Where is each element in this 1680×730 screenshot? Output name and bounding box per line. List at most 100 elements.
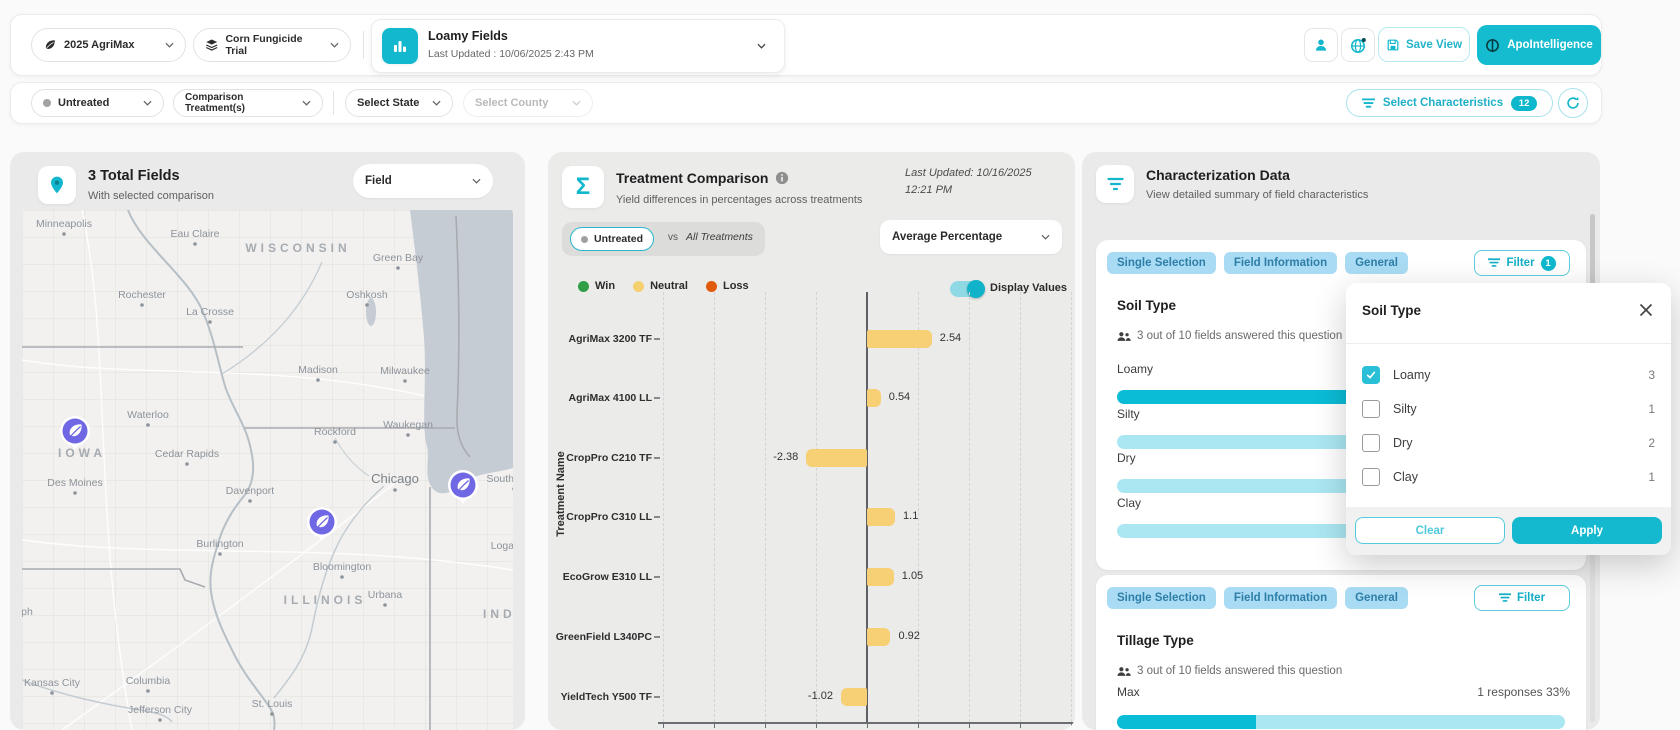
legend-label: Neutral [650,280,688,292]
select-state-dropdown[interactable]: Select State [345,89,453,117]
save-view-button[interactable]: Save View [1378,27,1470,62]
city-label: Waukegan [383,419,433,431]
question-title: Soil Type [1117,298,1176,313]
city-label: Rockford [314,426,356,438]
apply-button[interactable]: Apply [1512,517,1662,544]
bar-right-label: 1 responses 33% [1477,685,1570,699]
filter-button[interactable]: Filter [1474,585,1570,611]
gray-dot-icon [43,99,51,107]
season-selector[interactable]: 2025 AgriMax [31,28,186,62]
tab-general[interactable]: General [1345,587,1408,609]
baseline-treatment-label: Untreated [58,97,109,109]
user-button[interactable] [1304,28,1338,62]
city-label: Oshkosh [346,289,388,301]
legend-label: Win [595,280,615,292]
gridline [714,292,715,722]
chart-category-label: YieldTech Y500 TF [548,685,652,709]
checkbox-silty[interactable] [1362,400,1380,418]
chart-bar [841,688,867,706]
bar-label: Max [1117,685,1140,699]
filter-badge: 1 [1541,256,1556,271]
comparison-treatments-label: Comparison Treatment(s) [185,92,295,114]
filter-button[interactable]: Filter1 [1474,250,1570,276]
comparison-treatments-dropdown[interactable]: Comparison Treatment(s) [173,89,323,117]
metric-dropdown[interactable]: Average Percentage [880,220,1062,254]
map-canvas[interactable]: WISCONSINIOWAILLINOISINDIANAMinneapolisE… [22,210,513,730]
chevron-down-icon [572,100,581,106]
city-dot-icon [340,575,344,579]
baseline-chip-label: Untreated [594,233,643,245]
answered-row: 3 out of 10 fields answered this questio… [1117,665,1342,677]
tab-general[interactable]: General [1345,252,1408,274]
tab-single-selection[interactable]: Single Selection [1107,587,1216,609]
chevron-down-icon [165,42,174,48]
city-dot-icon [146,423,150,427]
metric-dropdown-label: Average Percentage [892,231,1002,243]
baseline-treatment-dropdown[interactable]: Untreated [31,89,164,117]
popup-option-row: Silty1 [1362,398,1655,420]
state-label: IOWA [58,446,106,460]
popup-option-row: Loamy3 [1362,364,1655,386]
answered-text: 3 out of 10 fields answered this questio… [1137,330,1342,342]
select-state-label: Select State [357,97,419,109]
map-groupby-dropdown[interactable]: Field [353,164,493,198]
characterization-title: Characterization Data [1146,167,1290,183]
city-dot-icon [333,440,337,444]
x-axis-tick [663,722,664,728]
city-dot-icon [248,499,252,503]
chart-value-label: 0.54 [889,391,910,403]
save-view-label: Save View [1406,39,1462,51]
y-tick [654,338,660,340]
city-label: Burlington [196,538,243,550]
globe-button[interactable] [1341,28,1375,62]
checkbox-loamy[interactable] [1362,366,1380,384]
filter-label: Filter [1517,592,1545,604]
city-dot-icon [140,303,144,307]
info-icon[interactable] [775,171,789,185]
lake-winnebago [366,298,376,326]
clear-button[interactable]: Clear [1355,517,1505,544]
y-tick [654,696,660,698]
popup-title: Soil Type [1362,303,1421,318]
chart-bar [867,508,895,526]
city-dot-icon [270,712,274,716]
treatment-chart: Treatment Name AgriMax 3200 TF2.54AgriMa… [548,292,1075,730]
checkbox-dry[interactable] [1362,434,1380,452]
chart-category-label: CropPro C210 TF [548,446,652,470]
view-selector[interactable]: Loamy Fields Last Updated : 10/06/2025 2… [371,19,785,73]
select-characteristics-button[interactable]: Select Characteristics 12 [1346,89,1553,117]
option-count: 1 [1648,470,1655,484]
x-axis-tick [969,722,970,728]
tab-field-information[interactable]: Field Information [1224,252,1337,274]
tab-single-selection[interactable]: Single Selection [1107,252,1216,274]
city-label: Minneapolis [36,218,92,230]
option-count: 3 [1648,368,1655,382]
legend-item: Win [578,280,615,292]
trial-selector[interactable]: Corn Fungicide Trial [193,28,351,62]
refresh-button[interactable] [1558,88,1588,118]
city-label: Davenport [226,485,275,497]
popup-option-row: Clay1 [1362,466,1655,488]
city-dot-icon [403,379,407,383]
baseline-chip[interactable]: Untreated [570,227,654,251]
select-characteristics-label: Select Characteristics [1383,97,1503,109]
select-county-label: Select County [475,97,548,109]
characterization-subtitle: View detailed summary of field character… [1146,189,1368,201]
gray-dot-icon [581,236,588,243]
close-icon[interactable] [1638,302,1654,318]
trial-selector-label: Corn Fungicide Trial [225,33,323,57]
tab-field-information[interactable]: Field Information [1224,587,1337,609]
city-dot-icon [406,433,410,437]
apointelligence-button[interactable]: ApoIntelligence [1477,25,1601,65]
select-county-dropdown[interactable]: Select County [463,89,593,117]
sigma-icon: Σ [562,166,604,208]
y-tick [654,576,660,578]
chart-value-label: -1.02 [808,690,833,702]
answered-text: 3 out of 10 fields answered this questio… [1137,665,1342,677]
chart-value-label: 0.92 [898,630,919,642]
city-label: Cedar Rapids [155,448,219,460]
filter-lines-icon [1362,98,1375,109]
city-label: Chicago [371,471,419,486]
divider [333,91,334,115]
checkbox-clay[interactable] [1362,468,1380,486]
